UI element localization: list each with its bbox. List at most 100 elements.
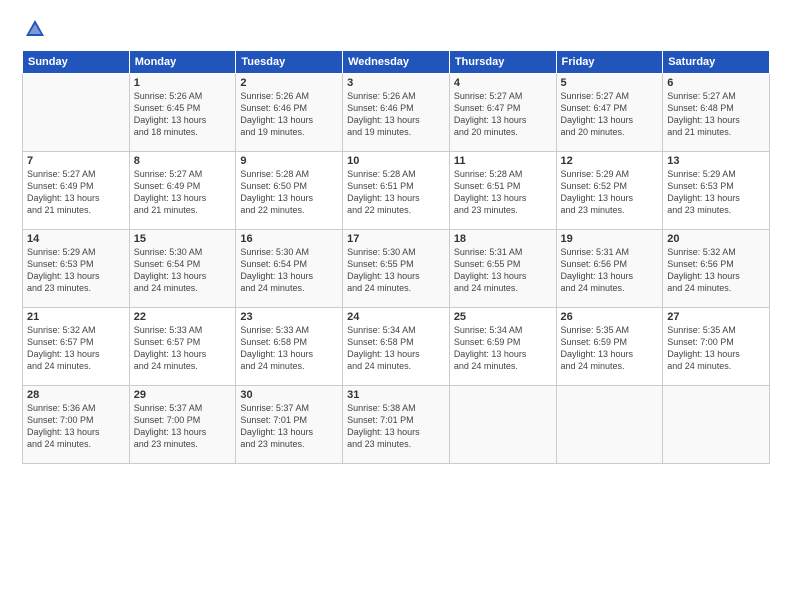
day-info: Sunrise: 5:30 AM Sunset: 6:55 PM Dayligh… [347, 246, 445, 295]
day-info: Sunrise: 5:29 AM Sunset: 6:53 PM Dayligh… [27, 246, 125, 295]
calendar-cell: 31Sunrise: 5:38 AM Sunset: 7:01 PM Dayli… [343, 386, 450, 464]
day-number: 8 [134, 155, 232, 167]
day-info: Sunrise: 5:32 AM Sunset: 6:57 PM Dayligh… [27, 324, 125, 373]
day-number: 30 [240, 389, 338, 401]
day-number: 26 [561, 311, 659, 323]
day-info: Sunrise: 5:28 AM Sunset: 6:51 PM Dayligh… [454, 168, 552, 217]
calendar-cell: 19Sunrise: 5:31 AM Sunset: 6:56 PM Dayli… [556, 230, 663, 308]
day-number: 29 [134, 389, 232, 401]
day-number: 4 [454, 77, 552, 89]
calendar-cell: 10Sunrise: 5:28 AM Sunset: 6:51 PM Dayli… [343, 152, 450, 230]
day-number: 25 [454, 311, 552, 323]
day-number: 5 [561, 77, 659, 89]
day-info: Sunrise: 5:27 AM Sunset: 6:49 PM Dayligh… [134, 168, 232, 217]
logo [22, 18, 48, 40]
calendar-cell: 30Sunrise: 5:37 AM Sunset: 7:01 PM Dayli… [236, 386, 343, 464]
calendar-cell: 8Sunrise: 5:27 AM Sunset: 6:49 PM Daylig… [129, 152, 236, 230]
day-info: Sunrise: 5:26 AM Sunset: 6:45 PM Dayligh… [134, 90, 232, 139]
week-row-3: 21Sunrise: 5:32 AM Sunset: 6:57 PM Dayli… [23, 308, 770, 386]
day-info: Sunrise: 5:35 AM Sunset: 6:59 PM Dayligh… [561, 324, 659, 373]
col-header-sunday: Sunday [23, 51, 130, 74]
week-row-4: 28Sunrise: 5:36 AM Sunset: 7:00 PM Dayli… [23, 386, 770, 464]
day-number: 28 [27, 389, 125, 401]
calendar-cell: 28Sunrise: 5:36 AM Sunset: 7:00 PM Dayli… [23, 386, 130, 464]
day-number: 20 [667, 233, 765, 245]
day-info: Sunrise: 5:34 AM Sunset: 6:59 PM Dayligh… [454, 324, 552, 373]
day-number: 10 [347, 155, 445, 167]
header [22, 18, 770, 40]
day-number: 12 [561, 155, 659, 167]
page: SundayMondayTuesdayWednesdayThursdayFrid… [0, 0, 792, 612]
calendar-cell: 6Sunrise: 5:27 AM Sunset: 6:48 PM Daylig… [663, 74, 770, 152]
day-info: Sunrise: 5:31 AM Sunset: 6:55 PM Dayligh… [454, 246, 552, 295]
calendar-cell: 7Sunrise: 5:27 AM Sunset: 6:49 PM Daylig… [23, 152, 130, 230]
calendar-cell: 15Sunrise: 5:30 AM Sunset: 6:54 PM Dayli… [129, 230, 236, 308]
day-info: Sunrise: 5:28 AM Sunset: 6:51 PM Dayligh… [347, 168, 445, 217]
calendar-cell: 14Sunrise: 5:29 AM Sunset: 6:53 PM Dayli… [23, 230, 130, 308]
calendar-cell: 1Sunrise: 5:26 AM Sunset: 6:45 PM Daylig… [129, 74, 236, 152]
col-header-friday: Friday [556, 51, 663, 74]
day-number: 14 [27, 233, 125, 245]
day-number: 24 [347, 311, 445, 323]
day-info: Sunrise: 5:38 AM Sunset: 7:01 PM Dayligh… [347, 402, 445, 451]
day-info: Sunrise: 5:31 AM Sunset: 6:56 PM Dayligh… [561, 246, 659, 295]
calendar-cell: 27Sunrise: 5:35 AM Sunset: 7:00 PM Dayli… [663, 308, 770, 386]
week-row-2: 14Sunrise: 5:29 AM Sunset: 6:53 PM Dayli… [23, 230, 770, 308]
calendar-cell: 11Sunrise: 5:28 AM Sunset: 6:51 PM Dayli… [449, 152, 556, 230]
day-number: 22 [134, 311, 232, 323]
day-info: Sunrise: 5:30 AM Sunset: 6:54 PM Dayligh… [134, 246, 232, 295]
day-info: Sunrise: 5:35 AM Sunset: 7:00 PM Dayligh… [667, 324, 765, 373]
day-number: 23 [240, 311, 338, 323]
day-number: 31 [347, 389, 445, 401]
day-info: Sunrise: 5:26 AM Sunset: 6:46 PM Dayligh… [347, 90, 445, 139]
day-info: Sunrise: 5:28 AM Sunset: 6:50 PM Dayligh… [240, 168, 338, 217]
day-number: 15 [134, 233, 232, 245]
day-info: Sunrise: 5:29 AM Sunset: 6:52 PM Dayligh… [561, 168, 659, 217]
day-info: Sunrise: 5:33 AM Sunset: 6:57 PM Dayligh… [134, 324, 232, 373]
day-number: 6 [667, 77, 765, 89]
col-header-monday: Monday [129, 51, 236, 74]
day-number: 19 [561, 233, 659, 245]
calendar-cell: 12Sunrise: 5:29 AM Sunset: 6:52 PM Dayli… [556, 152, 663, 230]
calendar-cell [556, 386, 663, 464]
logo-icon [24, 18, 46, 40]
day-number: 2 [240, 77, 338, 89]
day-number: 27 [667, 311, 765, 323]
day-info: Sunrise: 5:27 AM Sunset: 6:47 PM Dayligh… [561, 90, 659, 139]
calendar-cell: 29Sunrise: 5:37 AM Sunset: 7:00 PM Dayli… [129, 386, 236, 464]
calendar-cell [663, 386, 770, 464]
calendar-cell: 9Sunrise: 5:28 AM Sunset: 6:50 PM Daylig… [236, 152, 343, 230]
col-header-thursday: Thursday [449, 51, 556, 74]
calendar-cell: 17Sunrise: 5:30 AM Sunset: 6:55 PM Dayli… [343, 230, 450, 308]
calendar-cell: 20Sunrise: 5:32 AM Sunset: 6:56 PM Dayli… [663, 230, 770, 308]
header-row: SundayMondayTuesdayWednesdayThursdayFrid… [23, 51, 770, 74]
day-number: 9 [240, 155, 338, 167]
calendar-cell: 21Sunrise: 5:32 AM Sunset: 6:57 PM Dayli… [23, 308, 130, 386]
calendar-cell: 4Sunrise: 5:27 AM Sunset: 6:47 PM Daylig… [449, 74, 556, 152]
day-number: 1 [134, 77, 232, 89]
day-info: Sunrise: 5:29 AM Sunset: 6:53 PM Dayligh… [667, 168, 765, 217]
week-row-1: 7Sunrise: 5:27 AM Sunset: 6:49 PM Daylig… [23, 152, 770, 230]
day-number: 7 [27, 155, 125, 167]
day-number: 21 [27, 311, 125, 323]
calendar-cell: 24Sunrise: 5:34 AM Sunset: 6:58 PM Dayli… [343, 308, 450, 386]
col-header-tuesday: Tuesday [236, 51, 343, 74]
day-info: Sunrise: 5:32 AM Sunset: 6:56 PM Dayligh… [667, 246, 765, 295]
calendar-table: SundayMondayTuesdayWednesdayThursdayFrid… [22, 50, 770, 464]
calendar-cell: 13Sunrise: 5:29 AM Sunset: 6:53 PM Dayli… [663, 152, 770, 230]
day-info: Sunrise: 5:27 AM Sunset: 6:49 PM Dayligh… [27, 168, 125, 217]
calendar-cell: 5Sunrise: 5:27 AM Sunset: 6:47 PM Daylig… [556, 74, 663, 152]
day-info: Sunrise: 5:30 AM Sunset: 6:54 PM Dayligh… [240, 246, 338, 295]
week-row-0: 1Sunrise: 5:26 AM Sunset: 6:45 PM Daylig… [23, 74, 770, 152]
col-header-wednesday: Wednesday [343, 51, 450, 74]
calendar-cell: 25Sunrise: 5:34 AM Sunset: 6:59 PM Dayli… [449, 308, 556, 386]
calendar-cell: 26Sunrise: 5:35 AM Sunset: 6:59 PM Dayli… [556, 308, 663, 386]
calendar-cell: 2Sunrise: 5:26 AM Sunset: 6:46 PM Daylig… [236, 74, 343, 152]
day-info: Sunrise: 5:37 AM Sunset: 7:00 PM Dayligh… [134, 402, 232, 451]
calendar-cell: 22Sunrise: 5:33 AM Sunset: 6:57 PM Dayli… [129, 308, 236, 386]
calendar-cell [23, 74, 130, 152]
day-info: Sunrise: 5:27 AM Sunset: 6:48 PM Dayligh… [667, 90, 765, 139]
calendar-cell: 23Sunrise: 5:33 AM Sunset: 6:58 PM Dayli… [236, 308, 343, 386]
calendar-cell: 16Sunrise: 5:30 AM Sunset: 6:54 PM Dayli… [236, 230, 343, 308]
day-info: Sunrise: 5:37 AM Sunset: 7:01 PM Dayligh… [240, 402, 338, 451]
